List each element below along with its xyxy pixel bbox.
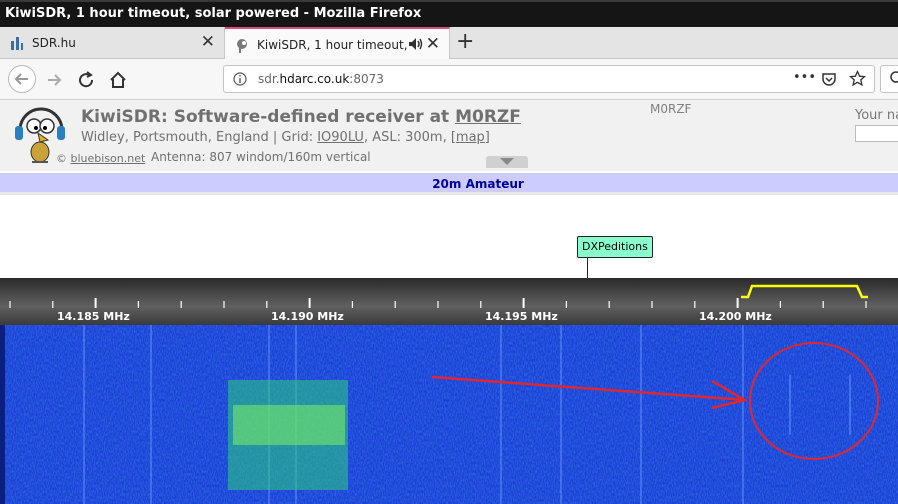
signal-streak — [500, 325, 502, 504]
dx-label-area: DXPeditions — [0, 192, 898, 282]
tab-label: KiwiSDR, 1 hour timeout, s — [257, 38, 407, 52]
bookmark-star-icon[interactable] — [849, 70, 866, 87]
signal-streak — [83, 325, 85, 504]
freq-label: 14.200 MHz — [699, 310, 772, 323]
tab-bar: SDR.hu ✕ KiwiSDR, 1 hour timeout, s ✕ + — [0, 27, 898, 59]
frequency-scale[interactable]: 14.185 MHz 14.190 MHz 14.195 MHz 14.200 … — [0, 278, 898, 325]
band-label: 20m Amateur — [432, 177, 524, 191]
tab-kiwisdr[interactable]: KiwiSDR, 1 hour timeout, s ✕ — [225, 27, 450, 59]
info-icon[interactable] — [233, 72, 247, 86]
signal-streak — [560, 325, 562, 504]
close-tab-icon[interactable]: ✕ — [201, 32, 215, 52]
credit: © bluebison.net — [56, 152, 146, 165]
home-button[interactable] — [105, 67, 131, 93]
signal-streak — [742, 325, 744, 504]
bluebison-link[interactable]: bluebison.net — [71, 152, 146, 165]
search-box[interactable] — [880, 65, 898, 93]
station-location: Widley, Portsmouth, England | Grid: IO90… — [81, 130, 490, 145]
waterfall-display[interactable] — [0, 325, 898, 504]
window-titlebar: KiwiSDR, 1 hour timeout, solar powered -… — [0, 0, 898, 27]
antenna-info: Antenna: 807 windom/160m vertical — [151, 150, 371, 164]
kiwisdr-header: KiwiSDR: Software-defined receiver at M0… — [0, 100, 898, 171]
your-name-label: Your na — [855, 108, 898, 123]
window-title: KiwiSDR, 1 hour timeout, solar powered -… — [5, 6, 422, 21]
freq-label: 14.185 MHz — [57, 310, 130, 323]
speaker-icon[interactable] — [408, 36, 424, 52]
nav-bar: sdr.hdarc.co.uk:8073 ••• — [0, 59, 898, 100]
freq-label: 14.195 MHz — [485, 310, 558, 323]
tab-sdr-hu[interactable]: SDR.hu ✕ — [0, 27, 225, 59]
tab-label: SDR.hu — [32, 36, 76, 50]
grid-link[interactable]: IO90LU — [317, 130, 364, 145]
forward-button[interactable] — [41, 67, 67, 93]
back-button[interactable] — [8, 65, 36, 93]
url-bar[interactable]: sdr.hdarc.co.uk:8073 ••• — [223, 65, 875, 93]
freq-label: 14.190 MHz — [271, 310, 344, 323]
sdr-hu-favicon-icon — [11, 37, 23, 50]
kiwi-favicon-icon — [237, 39, 247, 53]
reload-button[interactable] — [73, 67, 99, 93]
chevron-down-icon — [500, 158, 514, 165]
signal-streak — [150, 325, 152, 504]
page-title: KiwiSDR: Software-defined receiver at M0… — [81, 107, 521, 127]
signal-streak — [640, 325, 642, 504]
new-tab-button[interactable]: + — [456, 29, 474, 54]
pocket-icon[interactable] — [821, 71, 837, 87]
dx-marker-label[interactable]: DXPeditions — [577, 236, 653, 258]
search-icon — [890, 71, 898, 83]
name-input[interactable] — [855, 125, 898, 142]
collapse-header-button[interactable] — [486, 156, 528, 168]
url-text: sdr.hdarc.co.uk:8073 — [258, 72, 384, 86]
map-link[interactable]: [map] — [451, 130, 490, 145]
band-bar[interactable]: 20m Amateur — [0, 173, 898, 192]
station-callsign-link[interactable]: M0RZF — [455, 107, 521, 127]
arrow-left-icon — [14, 73, 28, 85]
page-actions-menu-icon[interactable]: ••• — [793, 70, 816, 85]
close-tab-icon[interactable]: ✕ — [426, 34, 440, 54]
signal-blob-core — [233, 405, 345, 445]
passband-marker[interactable] — [741, 284, 868, 299]
callsign-label: M0RZF — [650, 102, 692, 116]
